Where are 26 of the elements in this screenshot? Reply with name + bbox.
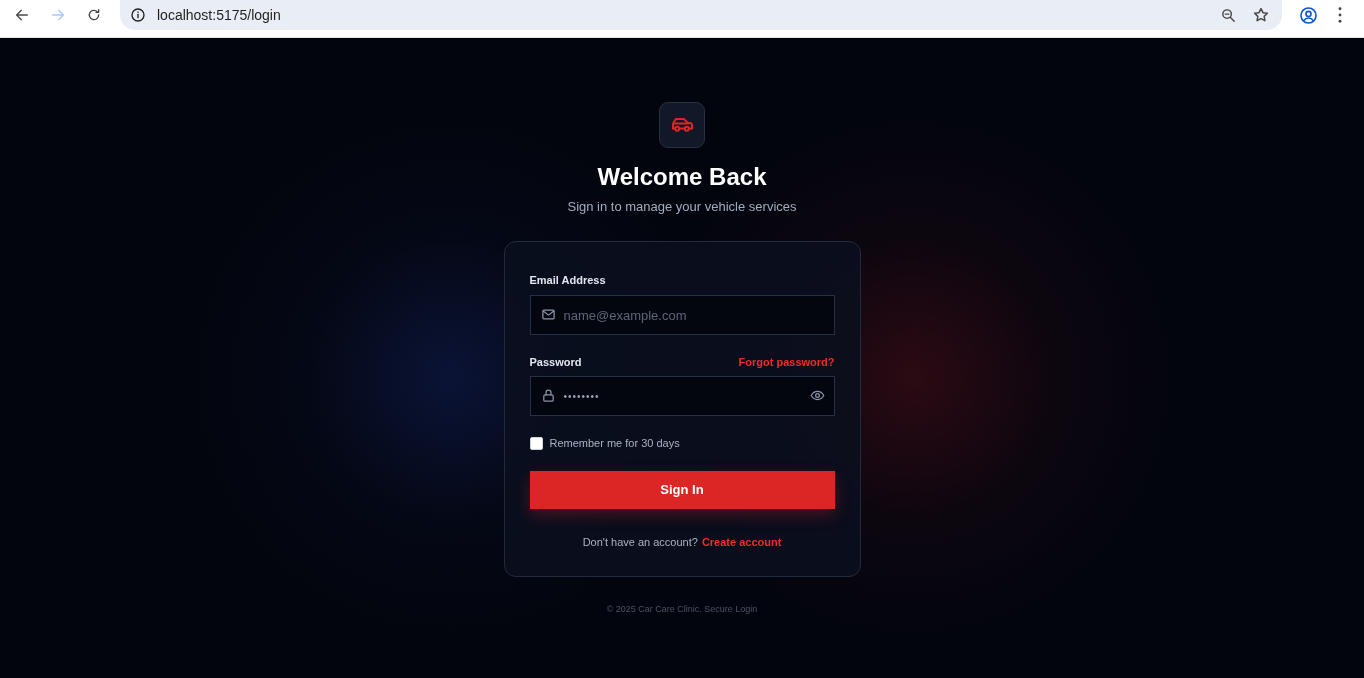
arrow-right-icon xyxy=(50,7,66,23)
page-subtitle: Sign in to manage your vehicle services xyxy=(567,198,797,216)
field-label: Email Address xyxy=(529,273,606,288)
page-title: Welcome Back xyxy=(597,162,767,192)
zoom-out-icon[interactable] xyxy=(1220,6,1237,24)
forgot-password-link[interactable]: Forgot password? xyxy=(738,354,835,370)
remember-label: Remember me for 30 days xyxy=(549,435,680,451)
eye-icon[interactable] xyxy=(809,388,825,403)
menu-icon[interactable] xyxy=(1337,6,1343,24)
reload-icon xyxy=(86,7,102,23)
arrow-left-icon xyxy=(14,7,30,23)
password-field[interactable]: •••••••• xyxy=(529,376,835,416)
profile-icon[interactable] xyxy=(1299,5,1318,25)
email-field[interactable]: name@example.com xyxy=(529,295,835,335)
signup-prompt: Don't have an account? xyxy=(582,535,698,550)
field-label: Password xyxy=(529,355,582,370)
sign-in-button[interactable]: Sign In xyxy=(529,471,835,509)
address-bar[interactable]: localhost:5175/login xyxy=(120,0,1282,30)
url-text: localhost:5175/login xyxy=(157,5,281,25)
info-icon[interactable] xyxy=(130,7,146,23)
remember-checkbox[interactable] xyxy=(529,436,543,450)
lock-icon xyxy=(540,388,556,403)
mail-icon xyxy=(540,307,556,322)
footer-text: © 2025 Car Care Clinic. Secure Login xyxy=(606,603,758,615)
create-account-link[interactable]: Create account xyxy=(701,534,782,550)
star-icon[interactable] xyxy=(1252,6,1270,24)
